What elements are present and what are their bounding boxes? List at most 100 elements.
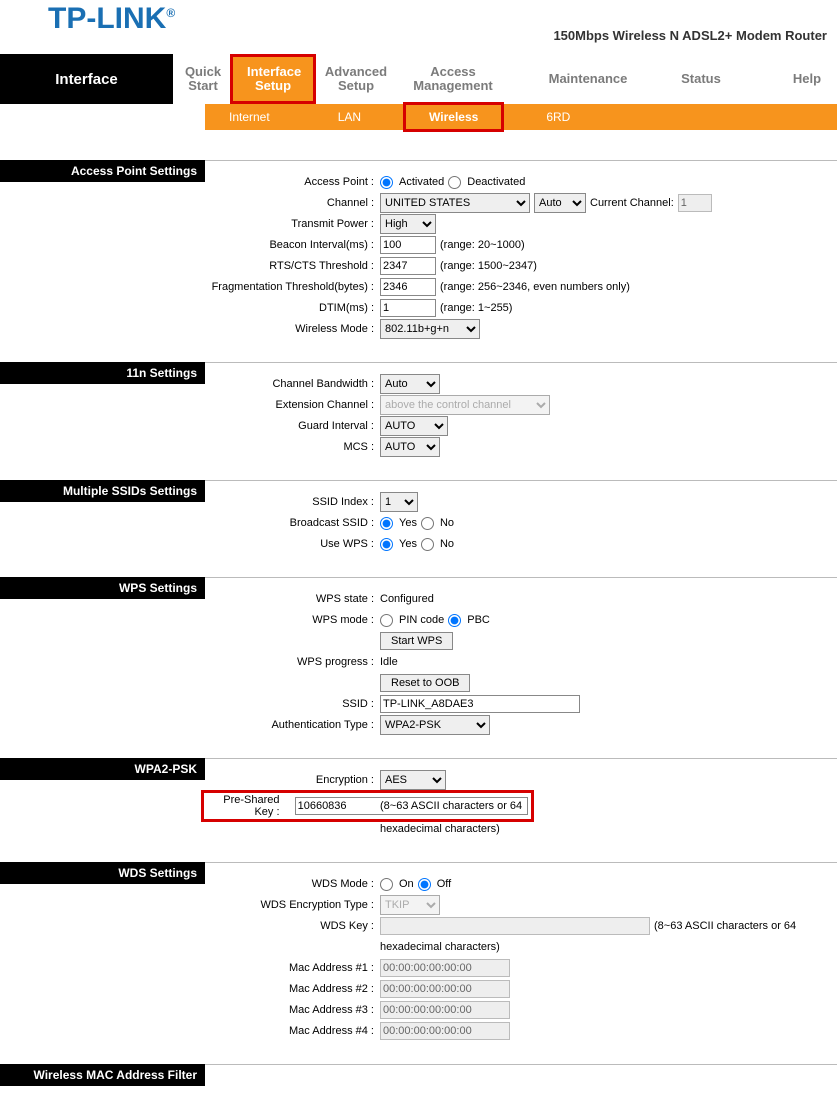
label-ssid: SSID : [205, 698, 380, 710]
label-current-channel: Current Channel: [590, 197, 674, 209]
tab-access-management[interactable]: Access Management [399, 59, 507, 99]
subtab-wireless[interactable]: Wireless [405, 104, 502, 130]
label-mac1: Mac Address #1 : [205, 962, 380, 974]
tab-advanced-setup[interactable]: Advanced Setup [313, 59, 399, 99]
label-channel: Channel : [205, 197, 380, 209]
label-dtim: DTIM(ms) : [205, 302, 380, 314]
label-broadcast-ssid: Broadcast SSID : [205, 517, 380, 529]
radio-wds-on[interactable] [380, 878, 393, 891]
subtab-internet[interactable]: Internet [205, 104, 294, 130]
label-wps-mode: WPS mode : [205, 614, 380, 626]
label-mac4: Mac Address #4 : [205, 1025, 380, 1037]
text-no-2: No [440, 538, 454, 550]
label-wps-state: WPS state : [205, 593, 380, 605]
radio-broadcast-yes[interactable] [380, 517, 393, 530]
section-11n: 11n Settings [0, 362, 205, 384]
label-mcs: MCS : [205, 441, 380, 453]
section-wpa2psk: WPA2-PSK [0, 758, 205, 780]
label-psk: Pre-Shared Key : [207, 794, 280, 818]
current-section-label: Interface [0, 54, 173, 104]
radio-usewps-no[interactable] [421, 538, 434, 551]
subtab-lan[interactable]: LAN [314, 104, 385, 130]
input-beacon[interactable] [380, 236, 436, 254]
select-ssid-index[interactable]: 1 [380, 492, 418, 512]
field-current-channel [678, 194, 712, 212]
input-mac1 [380, 959, 510, 977]
note-wdskey-1: (8~63 ASCII characters or 64 [654, 920, 796, 932]
radio-broadcast-no[interactable] [421, 517, 434, 530]
note-dtim: (range: 1~255) [440, 302, 512, 314]
input-wds-key [380, 917, 650, 935]
select-cbw[interactable]: Auto [380, 374, 440, 394]
button-start-wps[interactable]: Start WPS [380, 632, 453, 650]
button-reset-oob[interactable]: Reset to OOB [380, 674, 470, 692]
label-wds-enc: WDS Encryption Type : [205, 899, 380, 911]
text-on: On [399, 878, 414, 890]
select-encryption[interactable]: AES [380, 770, 446, 790]
radio-ap-activated[interactable] [380, 176, 393, 189]
text-activated: Activated [399, 176, 444, 188]
text-yes-1: Yes [399, 517, 417, 529]
select-channel[interactable]: Auto [534, 193, 586, 213]
label-cbw: Channel Bandwidth : [205, 378, 380, 390]
tab-help[interactable]: Help [777, 66, 837, 92]
section-access-point: Access Point Settings [0, 160, 205, 182]
note-wdskey-2: hexadecimal characters) [380, 941, 500, 953]
section-multiple-ssids: Multiple SSIDs Settings [0, 480, 205, 502]
text-no-1: No [440, 517, 454, 529]
input-dtim[interactable] [380, 299, 436, 317]
select-country[interactable]: UNITED STATES [380, 193, 530, 213]
label-wireless-mode: Wireless Mode : [205, 323, 380, 335]
select-wds-enc: TKIP [380, 895, 440, 915]
input-mac2 [380, 980, 510, 998]
text-pbc: PBC [467, 614, 490, 626]
label-auth-type: Authentication Type : [205, 719, 380, 731]
label-beacon: Beacon Interval(ms) : [205, 239, 380, 251]
input-rts[interactable] [380, 257, 436, 275]
subtab-6rd[interactable]: 6RD [522, 104, 594, 130]
radio-ap-deactivated[interactable] [448, 176, 461, 189]
text-off: Off [437, 878, 451, 890]
radio-wds-off[interactable] [418, 878, 431, 891]
brand-logo: TP-LINK® [48, 2, 175, 36]
tab-status[interactable]: Status [665, 66, 737, 92]
note-beacon: (range: 20~1000) [440, 239, 525, 251]
radio-wps-pin[interactable] [380, 614, 393, 627]
tab-interface-setup[interactable]: Interface Setup [233, 57, 313, 101]
section-wds: WDS Settings [0, 862, 205, 884]
radio-wps-pbc[interactable] [448, 614, 461, 627]
label-rts: RTS/CTS Threshold : [205, 260, 380, 272]
section-wps: WPS Settings [0, 577, 205, 599]
product-title: 150Mbps Wireless N ADSL2+ Modem Router [553, 28, 827, 43]
label-mac2: Mac Address #2 : [205, 983, 380, 995]
text-yes-2: Yes [399, 538, 417, 550]
input-frag[interactable] [380, 278, 436, 296]
label-wds-mode: WDS Mode : [205, 878, 380, 890]
note-rts: (range: 1500~2347) [440, 260, 537, 272]
registered-icon: ® [166, 6, 175, 20]
text-deactivated: Deactivated [467, 176, 525, 188]
tab-quick-start[interactable]: Quick Start [173, 59, 233, 99]
tab-maintenance[interactable]: Maintenance [533, 66, 643, 92]
label-ssid-index: SSID Index : [205, 496, 380, 508]
label-wds-key: WDS Key : [205, 920, 380, 932]
text-pin: PIN code [399, 614, 444, 626]
select-mcs[interactable]: AUTO [380, 437, 440, 457]
select-tx-power[interactable]: High [380, 214, 436, 234]
radio-usewps-yes[interactable] [380, 538, 393, 551]
value-wps-progress: Idle [380, 656, 398, 668]
brand-text: TP-LINK [48, 2, 166, 35]
note-psk-1: (8~63 ASCII characters or 64 [380, 800, 522, 812]
select-auth-type[interactable]: WPA2-PSK [380, 715, 490, 735]
label-encryption: Encryption : [205, 774, 380, 786]
select-ext-channel: above the control channel [380, 395, 550, 415]
label-frag: Fragmentation Threshold(bytes) : [205, 281, 380, 293]
value-wps-state: Configured [380, 593, 434, 605]
select-guard-interval[interactable]: AUTO [380, 416, 448, 436]
input-mac3 [380, 1001, 510, 1019]
section-mac-filter: Wireless MAC Address Filter [0, 1064, 205, 1086]
input-mac4 [380, 1022, 510, 1040]
label-wps-progress: WPS progress : [205, 656, 380, 668]
input-ssid[interactable] [380, 695, 580, 713]
select-wireless-mode[interactable]: 802.11b+g+n [380, 319, 480, 339]
